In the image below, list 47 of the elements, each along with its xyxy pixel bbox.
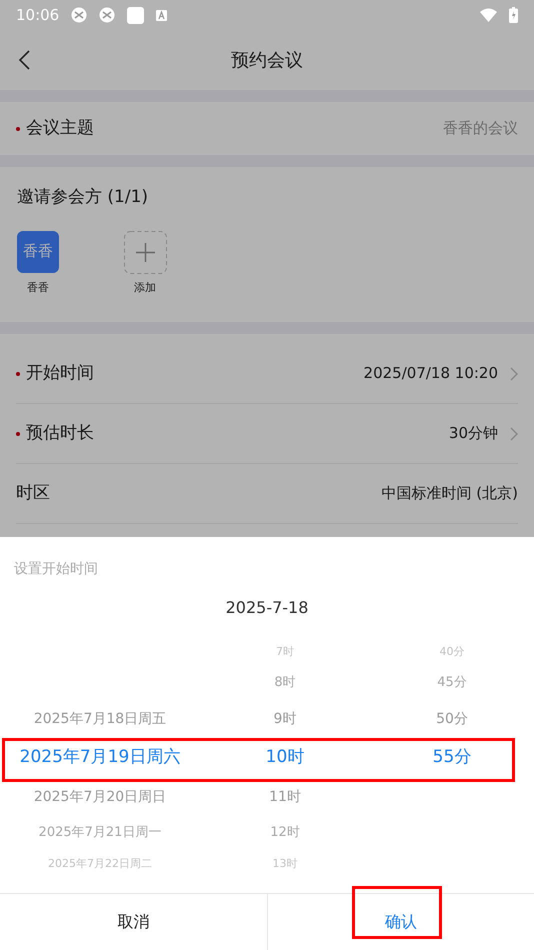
page-title: 预约会议 [231,48,303,72]
keyboard-notification-icon [156,10,168,20]
invitee-name: 香香 [27,280,49,296]
setting-value: 中国标准时间 (北京) [382,483,518,504]
field-label: 开始时间 [26,362,94,385]
field-label: 预估时长 [26,422,94,445]
topic-row[interactable]: 会议主题 香香的会议 [0,102,534,155]
picker-option[interactable]: 2025年7月21日周一 [38,823,162,843]
picker-option[interactable]: 13时 [272,856,298,869]
picker-option[interactable]: 45分 [437,673,467,693]
app-notification-icon [99,7,116,23]
chevron-right-icon [510,366,518,380]
picker-option[interactable]: 2025年7月18日周五 [34,708,166,730]
picker-option[interactable]: 8时 [274,673,296,693]
picker-option[interactable]: 2025年7月20日周日 [34,786,166,808]
field-label: 会议主题 [26,116,94,140]
confirm-button[interactable]: 确认 [266,894,534,950]
picker-option[interactable]: 7时 [276,644,294,660]
back-icon[interactable] [18,50,30,70]
setting-row[interactable]: 开始时间 2025/07/18 10:20 [16,344,518,404]
app-notification-icon [71,7,88,23]
picker-option[interactable]: 55分 [432,745,472,771]
setting-row[interactable]: 预估时长 30分钟 [16,404,518,464]
chevron-right-icon [510,426,518,440]
section-title: 邀请参会方 (1/1) [17,186,150,209]
picker-option[interactable]: 2025年7月19日周六 [20,745,180,771]
picker-option[interactable]: 50分 [436,708,468,730]
picker-option[interactable]: 10时 [266,745,304,771]
wifi-icon [480,8,497,22]
sheet-title: 设置开始时间 [14,560,98,579]
square-notification-icon [127,6,144,24]
picker-option[interactable]: 40分 [440,644,464,660]
current-date: 2025-7-18 [226,597,308,619]
picker-option[interactable]: 9时 [274,708,296,730]
avatar[interactable]: 香香 [17,230,59,272]
cancel-button[interactable]: 取消 [0,894,266,950]
picker-option[interactable]: 2025年7月22日周二 [48,856,152,869]
picker-option[interactable]: 12时 [270,823,300,843]
picker-option[interactable]: 11时 [269,786,301,808]
setting-value: 2025/07/18 10:20 [364,363,498,384]
setting-value: 30分钟 [448,423,498,444]
add-label: 添加 [134,280,156,296]
setting-row[interactable]: 时区 中国标准时间 (北京) [16,464,518,524]
battery-icon [509,7,518,23]
status-time: 10:06 [16,4,60,26]
topic-value: 香香的会议 [443,118,518,140]
field-label: 时区 [16,482,50,505]
